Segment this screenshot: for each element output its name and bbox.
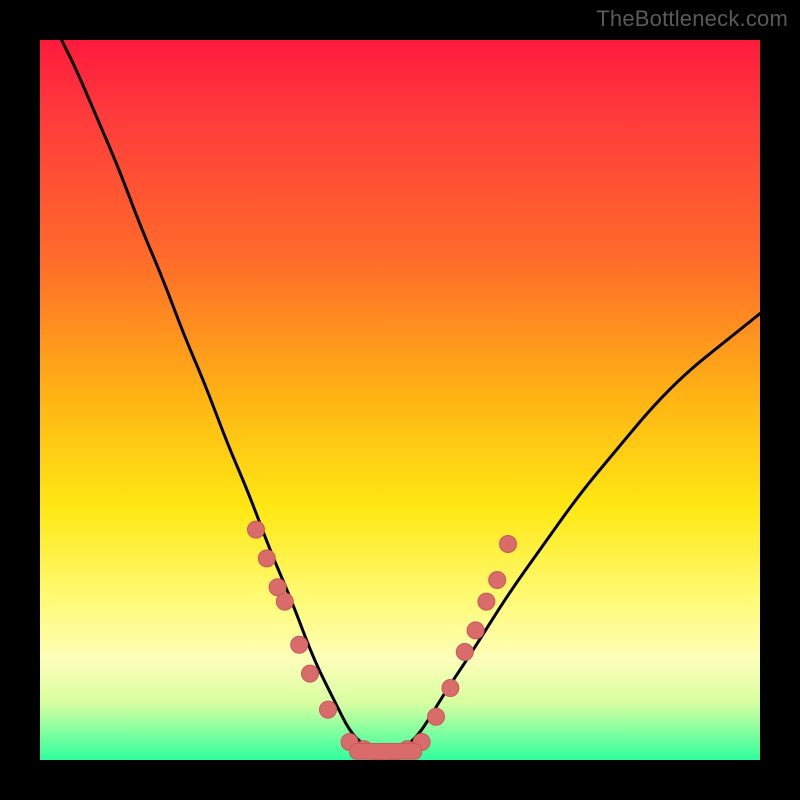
- curve-marker: [258, 550, 275, 567]
- curve-marker: [442, 680, 459, 697]
- curve-marker: [291, 636, 308, 653]
- curve-marker: [467, 622, 484, 639]
- curve-marker: [456, 644, 473, 661]
- curve-markers: [248, 521, 517, 760]
- curve-marker: [500, 536, 517, 553]
- curve-marker: [248, 521, 265, 538]
- curve-marker: [276, 593, 293, 610]
- bottleneck-curve: [62, 40, 760, 753]
- curve-marker: [478, 593, 495, 610]
- curve-marker: [320, 701, 337, 718]
- curve-marker: [489, 572, 506, 589]
- curve-marker: [428, 708, 445, 725]
- chart-frame: TheBottleneck.com: [0, 0, 800, 800]
- curve-marker: [302, 665, 319, 682]
- trough-bar: [350, 743, 422, 759]
- attribution-text: TheBottleneck.com: [596, 6, 788, 32]
- curve-svg: [40, 40, 760, 760]
- plot-area: [40, 40, 760, 760]
